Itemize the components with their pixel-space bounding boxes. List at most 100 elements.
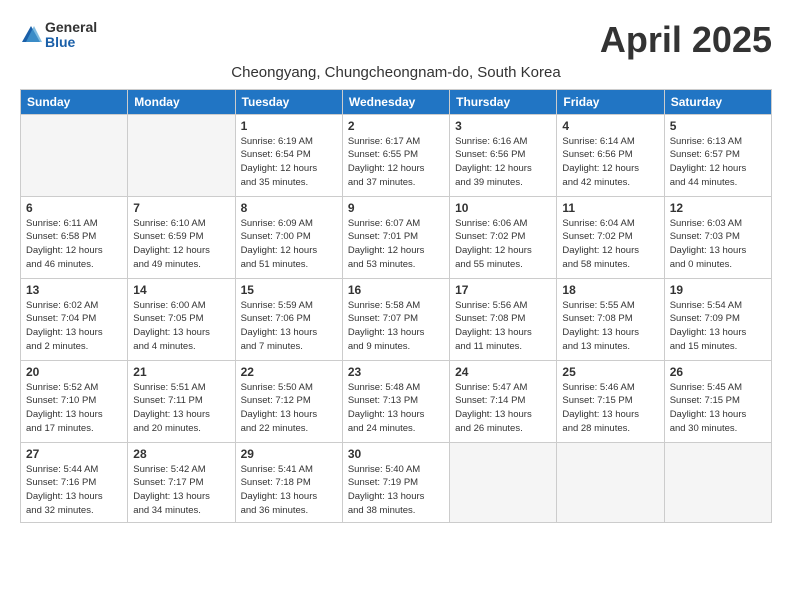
day-number: 19 xyxy=(670,283,766,297)
weekday-friday: Friday xyxy=(557,89,664,114)
week-row-3: 13 Sunrise: 6:02 AM Sunset: 7:04 PM Dayli… xyxy=(21,278,772,360)
calendar-cell: 23 Sunrise: 5:48 AM Sunset: 7:13 PM Dayli… xyxy=(342,360,449,442)
calendar-cell: 3 Sunrise: 6:16 AM Sunset: 6:56 PM Daylig… xyxy=(450,114,557,196)
calendar-cell: 9 Sunrise: 6:07 AM Sunset: 7:01 PM Daylig… xyxy=(342,196,449,278)
day-number: 12 xyxy=(670,201,766,215)
calendar-cell: 24Sunrise: 5:47 AM Sunset: 7:14 PM Dayli… xyxy=(450,360,557,442)
page: General Blue April 2025 Cheongyang, Chun… xyxy=(0,0,792,533)
day-info: Sunrise: 5:59 AM Sunset: 7:06 PM Dayligh… xyxy=(241,299,337,354)
day-number: 3 xyxy=(455,119,551,133)
calendar: SundayMondayTuesdayWednesdayThursdayFrid… xyxy=(20,89,772,523)
calendar-cell: 29Sunrise: 5:41 AM Sunset: 7:18 PM Dayli… xyxy=(235,442,342,522)
calendar-cell xyxy=(557,442,664,522)
calendar-cell: 4 Sunrise: 6:14 AM Sunset: 6:56 PM Daylig… xyxy=(557,114,664,196)
day-number: 5 xyxy=(670,119,766,133)
week-row-2: 6 Sunrise: 6:11 AM Sunset: 6:58 PM Daylig… xyxy=(21,196,772,278)
calendar-cell: 16 Sunrise: 5:58 AM Sunset: 7:07 PM Dayli… xyxy=(342,278,449,360)
day-info: Sunrise: 5:50 AM Sunset: 7:12 PM Dayligh… xyxy=(241,381,337,436)
day-info: Sunrise: 5:51 AM Sunset: 7:11 PM Dayligh… xyxy=(133,381,229,436)
day-info: Sunrise: 6:04 AM Sunset: 7:02 PM Dayligh… xyxy=(562,217,658,272)
day-number: 29 xyxy=(241,447,337,461)
day-info: Sunrise: 5:44 AM Sunset: 7:16 PM Dayligh… xyxy=(26,463,122,518)
day-info: Sunrise: 6:11 AM Sunset: 6:58 PM Dayligh… xyxy=(26,217,122,272)
calendar-cell: 21 Sunrise: 5:51 AM Sunset: 7:11 PM Dayli… xyxy=(128,360,235,442)
title-block: April 2025 xyxy=(600,20,772,60)
day-number: 15 xyxy=(241,283,337,297)
day-number: 10 xyxy=(455,201,551,215)
day-info: Sunrise: 6:13 AM Sunset: 6:57 PM Dayligh… xyxy=(670,135,766,190)
calendar-cell xyxy=(128,114,235,196)
day-number: 28 xyxy=(133,447,229,461)
location: Cheongyang, Chungcheongnam-do, South Kor… xyxy=(20,64,772,81)
day-number: 16 xyxy=(348,283,444,297)
calendar-cell xyxy=(450,442,557,522)
calendar-cell: 22 Sunrise: 5:50 AM Sunset: 7:12 PM Dayli… xyxy=(235,360,342,442)
calendar-body: 1Sunrise: 6:19 AM Sunset: 6:54 PM Daylig… xyxy=(21,114,772,522)
logo: General Blue xyxy=(20,20,97,51)
day-info: Sunrise: 6:14 AM Sunset: 6:56 PM Dayligh… xyxy=(562,135,658,190)
day-info: Sunrise: 5:48 AM Sunset: 7:13 PM Dayligh… xyxy=(348,381,444,436)
day-number: 18 xyxy=(562,283,658,297)
calendar-cell: 15 Sunrise: 5:59 AM Sunset: 7:06 PM Dayli… xyxy=(235,278,342,360)
day-number: 24 xyxy=(455,365,551,379)
day-info: Sunrise: 6:10 AM Sunset: 6:59 PM Dayligh… xyxy=(133,217,229,272)
week-row-1: 1Sunrise: 6:19 AM Sunset: 6:54 PM Daylig… xyxy=(21,114,772,196)
calendar-cell: 7 Sunrise: 6:10 AM Sunset: 6:59 PM Daylig… xyxy=(128,196,235,278)
day-number: 7 xyxy=(133,201,229,215)
calendar-cell xyxy=(21,114,128,196)
day-info: Sunrise: 6:00 AM Sunset: 7:05 PM Dayligh… xyxy=(133,299,229,354)
day-number: 20 xyxy=(26,365,122,379)
day-info: Sunrise: 5:46 AM Sunset: 7:15 PM Dayligh… xyxy=(562,381,658,436)
day-number: 30 xyxy=(348,447,444,461)
calendar-cell: 20Sunrise: 5:52 AM Sunset: 7:10 PM Dayli… xyxy=(21,360,128,442)
day-info: Sunrise: 5:58 AM Sunset: 7:07 PM Dayligh… xyxy=(348,299,444,354)
weekday-tuesday: Tuesday xyxy=(235,89,342,114)
calendar-cell: 12 Sunrise: 6:03 AM Sunset: 7:03 PM Dayli… xyxy=(664,196,771,278)
day-number: 27 xyxy=(26,447,122,461)
day-number: 21 xyxy=(133,365,229,379)
calendar-cell: 27 Sunrise: 5:44 AM Sunset: 7:16 PM Dayli… xyxy=(21,442,128,522)
day-number: 25 xyxy=(562,365,658,379)
weekday-header: SundayMondayTuesdayWednesdayThursdayFrid… xyxy=(21,89,772,114)
day-number: 26 xyxy=(670,365,766,379)
calendar-cell: 18Sunrise: 5:55 AM Sunset: 7:08 PM Dayli… xyxy=(557,278,664,360)
day-number: 6 xyxy=(26,201,122,215)
day-number: 4 xyxy=(562,119,658,133)
week-row-5: 27 Sunrise: 5:44 AM Sunset: 7:16 PM Dayli… xyxy=(21,442,772,522)
logo-text: General Blue xyxy=(45,20,97,51)
day-number: 17 xyxy=(455,283,551,297)
calendar-cell: 30Sunrise: 5:40 AM Sunset: 7:19 PM Dayli… xyxy=(342,442,449,522)
day-info: Sunrise: 6:09 AM Sunset: 7:00 PM Dayligh… xyxy=(241,217,337,272)
week-row-4: 20Sunrise: 5:52 AM Sunset: 7:10 PM Dayli… xyxy=(21,360,772,442)
calendar-cell: 14 Sunrise: 6:00 AM Sunset: 7:05 PM Dayli… xyxy=(128,278,235,360)
calendar-cell: 13 Sunrise: 6:02 AM Sunset: 7:04 PM Dayli… xyxy=(21,278,128,360)
day-number: 9 xyxy=(348,201,444,215)
calendar-cell: 26 Sunrise: 5:45 AM Sunset: 7:15 PM Dayli… xyxy=(664,360,771,442)
weekday-sunday: Sunday xyxy=(21,89,128,114)
weekday-thursday: Thursday xyxy=(450,89,557,114)
day-info: Sunrise: 6:07 AM Sunset: 7:01 PM Dayligh… xyxy=(348,217,444,272)
day-info: Sunrise: 5:45 AM Sunset: 7:15 PM Dayligh… xyxy=(670,381,766,436)
day-info: Sunrise: 5:54 AM Sunset: 7:09 PM Dayligh… xyxy=(670,299,766,354)
day-number: 13 xyxy=(26,283,122,297)
day-number: 23 xyxy=(348,365,444,379)
day-info: Sunrise: 6:02 AM Sunset: 7:04 PM Dayligh… xyxy=(26,299,122,354)
logo-general: General xyxy=(45,20,97,35)
calendar-cell: 17 Sunrise: 5:56 AM Sunset: 7:08 PM Dayli… xyxy=(450,278,557,360)
day-number: 22 xyxy=(241,365,337,379)
day-info: Sunrise: 6:16 AM Sunset: 6:56 PM Dayligh… xyxy=(455,135,551,190)
calendar-cell: 5 Sunrise: 6:13 AM Sunset: 6:57 PM Daylig… xyxy=(664,114,771,196)
day-info: Sunrise: 6:06 AM Sunset: 7:02 PM Dayligh… xyxy=(455,217,551,272)
logo-icon xyxy=(20,24,42,46)
logo-blue: Blue xyxy=(45,35,97,50)
day-info: Sunrise: 6:03 AM Sunset: 7:03 PM Dayligh… xyxy=(670,217,766,272)
day-number: 1 xyxy=(241,119,337,133)
day-info: Sunrise: 5:56 AM Sunset: 7:08 PM Dayligh… xyxy=(455,299,551,354)
calendar-cell: 1Sunrise: 6:19 AM Sunset: 6:54 PM Daylig… xyxy=(235,114,342,196)
calendar-cell: 25 Sunrise: 5:46 AM Sunset: 7:15 PM Dayli… xyxy=(557,360,664,442)
day-number: 11 xyxy=(562,201,658,215)
day-number: 14 xyxy=(133,283,229,297)
weekday-monday: Monday xyxy=(128,89,235,114)
calendar-cell xyxy=(664,442,771,522)
calendar-cell: 2Sunrise: 6:17 AM Sunset: 6:55 PM Daylig… xyxy=(342,114,449,196)
